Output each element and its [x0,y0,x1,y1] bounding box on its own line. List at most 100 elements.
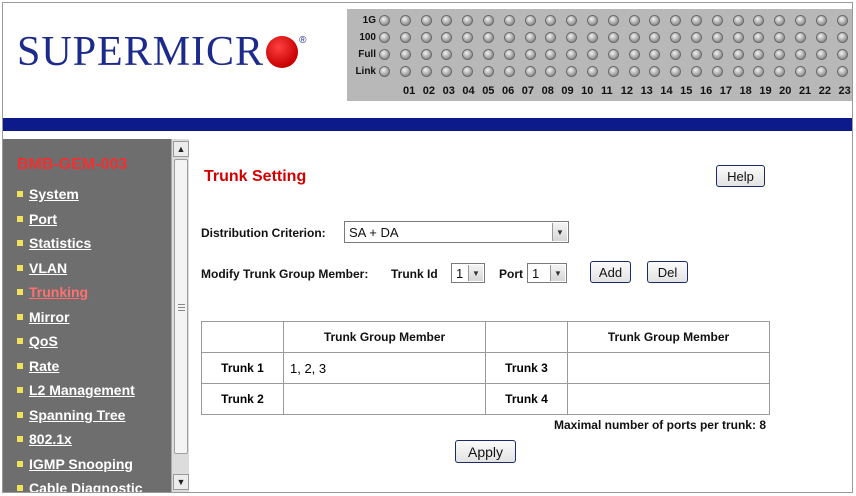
sidebar-item-label: Port [29,210,57,227]
sidebar-scrollbar[interactable]: ▲ ▼ [171,139,189,492]
port-led-icon [524,66,536,77]
port-value: 1 [532,265,540,281]
sidebar-item-port[interactable]: Port [17,207,143,232]
port-led-icon [690,66,702,77]
port-led-icon [732,49,744,60]
port-led-icon [753,32,765,43]
port-led-icon [836,32,848,43]
chevron-down-icon: ▼ [550,265,565,281]
port-led-icon [607,49,619,60]
port-led-icon [545,66,557,77]
port-led-icon [545,32,557,43]
sidebar-item-igmp-snooping[interactable]: IGMP Snooping [17,452,143,477]
sidebar-item-vlan[interactable]: VLAN [17,256,143,281]
port-led-icon [545,49,557,60]
help-button[interactable]: Help [716,165,765,187]
trunk-group-table: Trunk Group Member Trunk Group Member Tr… [201,321,770,415]
port-led-icon [815,66,827,77]
trunk-name-cell: Trunk 4 [485,383,568,415]
scroll-thumb[interactable] [174,159,188,454]
port-led-icon [670,66,682,77]
port-led-icon [482,49,494,60]
port-select[interactable]: 1 ▼ [527,263,567,283]
sidebar-item-trunking[interactable]: Trunking [17,280,143,305]
port-led-icon [379,32,390,43]
port-led-icon [379,66,390,77]
port-led-icon [794,49,806,60]
add-button[interactable]: Add [590,261,631,283]
port-led-icon [586,32,598,43]
port-led-icon [399,32,411,43]
port-label: Port [499,267,523,281]
sidebar-item-rate[interactable]: Rate [17,354,143,379]
sidebar-item-label: Trunking [29,284,89,301]
port-led-icon [815,32,827,43]
table-row: Trunk 2 Trunk 4 [201,383,770,415]
port-led-icon [441,15,453,26]
sidebar-item-qos[interactable]: QoS [17,329,143,354]
port-number-row: 01 02 03 04 05 06 07 08 09 10 11 12 13 14 15 16 17 18 19 20… [403,85,856,97]
port-number-label: 16 [699,85,713,97]
port-led-icon [545,15,557,26]
trunk-id-value: 1 [456,265,464,281]
port-led-icon [628,49,640,60]
table-row: Trunk 1 1, 2, 3 Trunk 3 [201,352,770,384]
sidebar-item-spanning-tree[interactable]: Spanning Tree [17,403,143,428]
port-number-label: 13 [640,85,653,97]
port-led-icon [524,32,536,43]
port-led-icon [462,49,474,60]
port-led-icon [379,15,390,26]
port-led-icon [420,49,432,60]
port-led-icon [690,32,702,43]
del-button[interactable]: Del [647,261,688,283]
port-led-icon [399,49,411,60]
trunk-members-cell [567,383,770,415]
sidebar-item-cable-diagnostic[interactable]: Cable Diagnostic [17,476,143,492]
apply-button[interactable]: Apply [455,440,516,463]
port-led-icon [753,49,765,60]
logo-text: SUPERMICR [17,29,265,75]
port-led-icon [794,66,806,77]
port-led-icon [524,15,536,26]
sidebar-item-label: Mirror [29,308,70,325]
port-led-icon [420,66,432,77]
scroll-down-arrow-icon[interactable]: ▼ [173,474,189,490]
sidebar-item-statistics[interactable]: Statistics [17,231,143,256]
port-led-icon [774,66,786,77]
bullet-icon [17,387,23,394]
bullet-icon [17,436,23,443]
port-led-icon [732,15,744,26]
bullet-icon [17,313,23,320]
port-led-icon [649,32,661,43]
port-led-icon [566,32,578,43]
bullet-icon [17,338,23,345]
trunk-members-cell [283,383,486,415]
port-number-label: 07 [521,85,535,97]
port-led-icon [420,15,432,26]
trunk-id-select[interactable]: 1 ▼ [451,263,485,283]
port-led-icon [503,32,515,43]
table-header-cell: Trunk Group Member [283,321,486,353]
port-led-icon [628,15,640,26]
table-header-cell: Trunk Group Member [567,321,770,353]
sidebar-item-802-1x[interactable]: 802.1x [17,427,143,452]
sidebar-item-system[interactable]: System [17,182,143,207]
port-led-icon [670,15,682,26]
sidebar-item-l2-management[interactable]: L2 Management [17,378,143,403]
modify-trunk-member-label: Modify Trunk Group Member: [201,267,369,281]
sidebar-item-label: QoS [29,333,58,350]
port-number-label: 21 [798,85,812,97]
led-row-label: 100 [359,32,376,43]
port-led-icon [711,32,723,43]
logo-o-icon [266,36,299,68]
led-row-label: 1G [362,15,376,26]
sidebar-item-label: 802.1x [29,431,72,448]
sidebar-item-mirror[interactable]: Mirror [17,305,143,330]
distribution-criterion-select[interactable]: SA + DA ▼ [344,221,569,243]
port-led-icon [649,66,661,77]
port-number-label: 05 [482,85,495,97]
trunk-name-cell: Trunk 1 [201,352,284,384]
scroll-up-arrow-icon[interactable]: ▲ [173,141,189,157]
port-led-icon [441,32,453,43]
sidebar-item-label: Spanning Tree [29,406,126,423]
